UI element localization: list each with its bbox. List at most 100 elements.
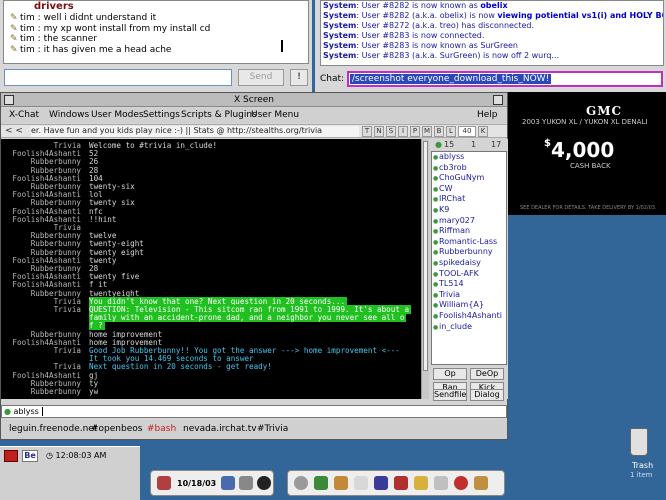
chat-line-text: the scanner	[43, 34, 97, 44]
user-name: William{A}	[439, 300, 484, 310]
send-button[interactable]: Send	[238, 69, 284, 86]
menu-scripts-plugins[interactable]: Scripts & Plugins	[181, 110, 257, 120]
text-cursor	[281, 40, 283, 52]
app-icon[interactable]	[334, 476, 348, 490]
system-line: System: User #8282 is now known as obeli…	[323, 1, 508, 10]
deop-button[interactable]: DeOp	[470, 368, 504, 380]
userlist-panel: ● 15 1 17 ●ablyss ●cb3rob ●ChoGuNym ●CW ●IRChat…	[431, 139, 508, 399]
app-icon[interactable]	[157, 476, 171, 490]
nick-dot-icon: ●	[4, 407, 11, 416]
user-list-item[interactable]: ●IRChat	[432, 194, 506, 205]
app-icon[interactable]	[434, 476, 448, 490]
xchat-window: X Screen X-Chat Windows User Modes Setti…	[0, 92, 508, 440]
mode-s[interactable]: S	[386, 126, 396, 137]
user-list-item[interactable]: ●cb3rob	[432, 163, 506, 174]
app-icon[interactable]	[414, 476, 428, 490]
tab-trivia[interactable]: #Trivia	[257, 424, 288, 434]
user-list-item[interactable]: ●Romantic-Lass	[432, 237, 506, 248]
tab-bash[interactable]: #bash	[147, 424, 176, 434]
op-button[interactable]: Op	[433, 368, 467, 380]
clock[interactable]: ◷ 12:08:03 AM	[46, 451, 106, 460]
scrollbar-thumb[interactable]	[423, 141, 428, 371]
menu-help[interactable]: Help	[477, 110, 498, 120]
bang-button[interactable]: !	[290, 69, 308, 86]
user-list-item[interactable]: ●spikedaisy	[432, 258, 506, 269]
message-nick[interactable]: Rubberbunny	[1, 387, 81, 396]
mode-t[interactable]: T	[362, 126, 372, 137]
ad-price: $4,000	[544, 138, 614, 162]
mode-m[interactable]: M	[422, 126, 432, 137]
topic-text[interactable]: er. Have fun and you kids play nice :-) …	[31, 126, 359, 137]
mode-k[interactable]: K	[478, 126, 488, 137]
app-icon[interactable]	[314, 476, 328, 490]
be-menu-icon[interactable]: Be	[22, 450, 38, 462]
ad-banner[interactable]: GMC 2003 YUKON XL / YUKON XL DENALI $4,0…	[508, 92, 666, 215]
app-icon[interactable]	[354, 476, 368, 490]
trash-count: 1 item	[630, 471, 653, 479]
mode-p[interactable]: P	[410, 126, 420, 137]
app-icon[interactable]	[294, 476, 308, 490]
chat-line-nick: tim	[20, 44, 35, 55]
trash[interactable]: Trash 1 item	[622, 428, 662, 484]
mode-i[interactable]: I	[398, 126, 408, 137]
tab-nevada-irchat[interactable]: nevada.irchat.tv	[183, 424, 257, 434]
dialog-button[interactable]: Dialog	[470, 389, 504, 401]
input-nick[interactable]: ● ablyss	[4, 407, 39, 416]
tray-icon[interactable]	[4, 450, 18, 462]
chat-log-header: drivers	[34, 1, 74, 12]
chat-line: ✎ tim : it has given me a head ache	[10, 44, 172, 55]
menu-windows[interactable]: Windows	[49, 110, 89, 120]
close-icon[interactable]	[4, 95, 14, 105]
chat-line: ✎ tim : the scanner	[10, 34, 97, 44]
user-list-item[interactable]: ●Rubberbunny	[432, 247, 506, 258]
user-list[interactable]: ●ablyss ●cb3rob ●ChoGuNym ●CW ●IRChat ●K9 ●mar…	[431, 151, 507, 365]
user-list-item[interactable]: ●TL514	[432, 279, 506, 290]
app-icon[interactable]	[257, 476, 271, 490]
app-icon[interactable]	[454, 476, 468, 490]
user-count: ● 15 1 17	[431, 139, 508, 151]
chat-input[interactable]: /screenshot everyone_download_this_NOW!	[347, 71, 663, 87]
user-list-item[interactable]: ●William{A}	[432, 300, 506, 311]
mode-n[interactable]: N	[374, 126, 384, 137]
user-name: spikedaisy	[439, 257, 481, 267]
mode-l[interactable]: L	[446, 126, 456, 137]
mode-b[interactable]: B	[434, 126, 444, 137]
topic-scroll-arrows[interactable]: < <	[5, 126, 23, 136]
user-list-item[interactable]: ●Riffman	[432, 226, 506, 237]
system-log: System: User #8282 is now known as obeli…	[320, 0, 664, 66]
app-icon[interactable]	[221, 476, 235, 490]
limit-field[interactable]: 40	[458, 126, 476, 137]
user-name: Rubberbunny	[439, 247, 493, 257]
app-icon[interactable]	[239, 476, 253, 490]
menu-settings[interactable]: Settings	[143, 110, 180, 120]
user-list-item[interactable]: ●Trivia	[432, 290, 506, 301]
user-list-item[interactable]: ●TOOL-AFK	[432, 269, 506, 280]
message-input[interactable]: ● ablyss	[1, 405, 507, 418]
app-icon[interactable]	[474, 476, 488, 490]
menu-user-modes[interactable]: User Modes	[91, 110, 144, 120]
system-line: System: User #8272 (a.k.a. treo) has dis…	[323, 21, 535, 30]
user-list-item[interactable]: ●K9	[432, 205, 506, 216]
user-list-item[interactable]: ●CW	[432, 184, 506, 195]
user-name: mary027	[439, 215, 475, 225]
sendfile-button[interactable]: Sendfile	[433, 389, 467, 401]
total-count: 17	[491, 140, 502, 149]
speaker-icon: ✎	[10, 44, 18, 55]
speaker-icon: ✎	[10, 13, 18, 23]
user-list-item[interactable]: ●mary027	[432, 216, 506, 227]
user-list-item[interactable]: ●ablyss	[432, 152, 506, 163]
tab-openbeos[interactable]: #openbeos	[91, 424, 142, 434]
menu-user-menu[interactable]: User Menu	[251, 110, 299, 120]
tab-leguin-freenode[interactable]: leguin.freenode.net	[9, 424, 97, 434]
user-list-item[interactable]: ●in_clude	[432, 322, 506, 333]
app-icon[interactable]	[394, 476, 408, 490]
channel-scrollbar[interactable]	[421, 139, 429, 399]
channel-text-area[interactable]: Trivia Welcome to #trivia in_clude! Foolis…	[1, 139, 421, 399]
user-list-item[interactable]: ●ChoGuNym	[432, 173, 506, 184]
zoom-icon[interactable]	[493, 95, 503, 105]
app-icon[interactable]	[374, 476, 388, 490]
private-chat-input[interactable]	[4, 69, 232, 86]
menu-xchat[interactable]: X-Chat	[9, 110, 39, 120]
user-list-item[interactable]: ●Foolish4Ashanti	[432, 311, 506, 322]
trash-icon[interactable]	[630, 428, 648, 456]
